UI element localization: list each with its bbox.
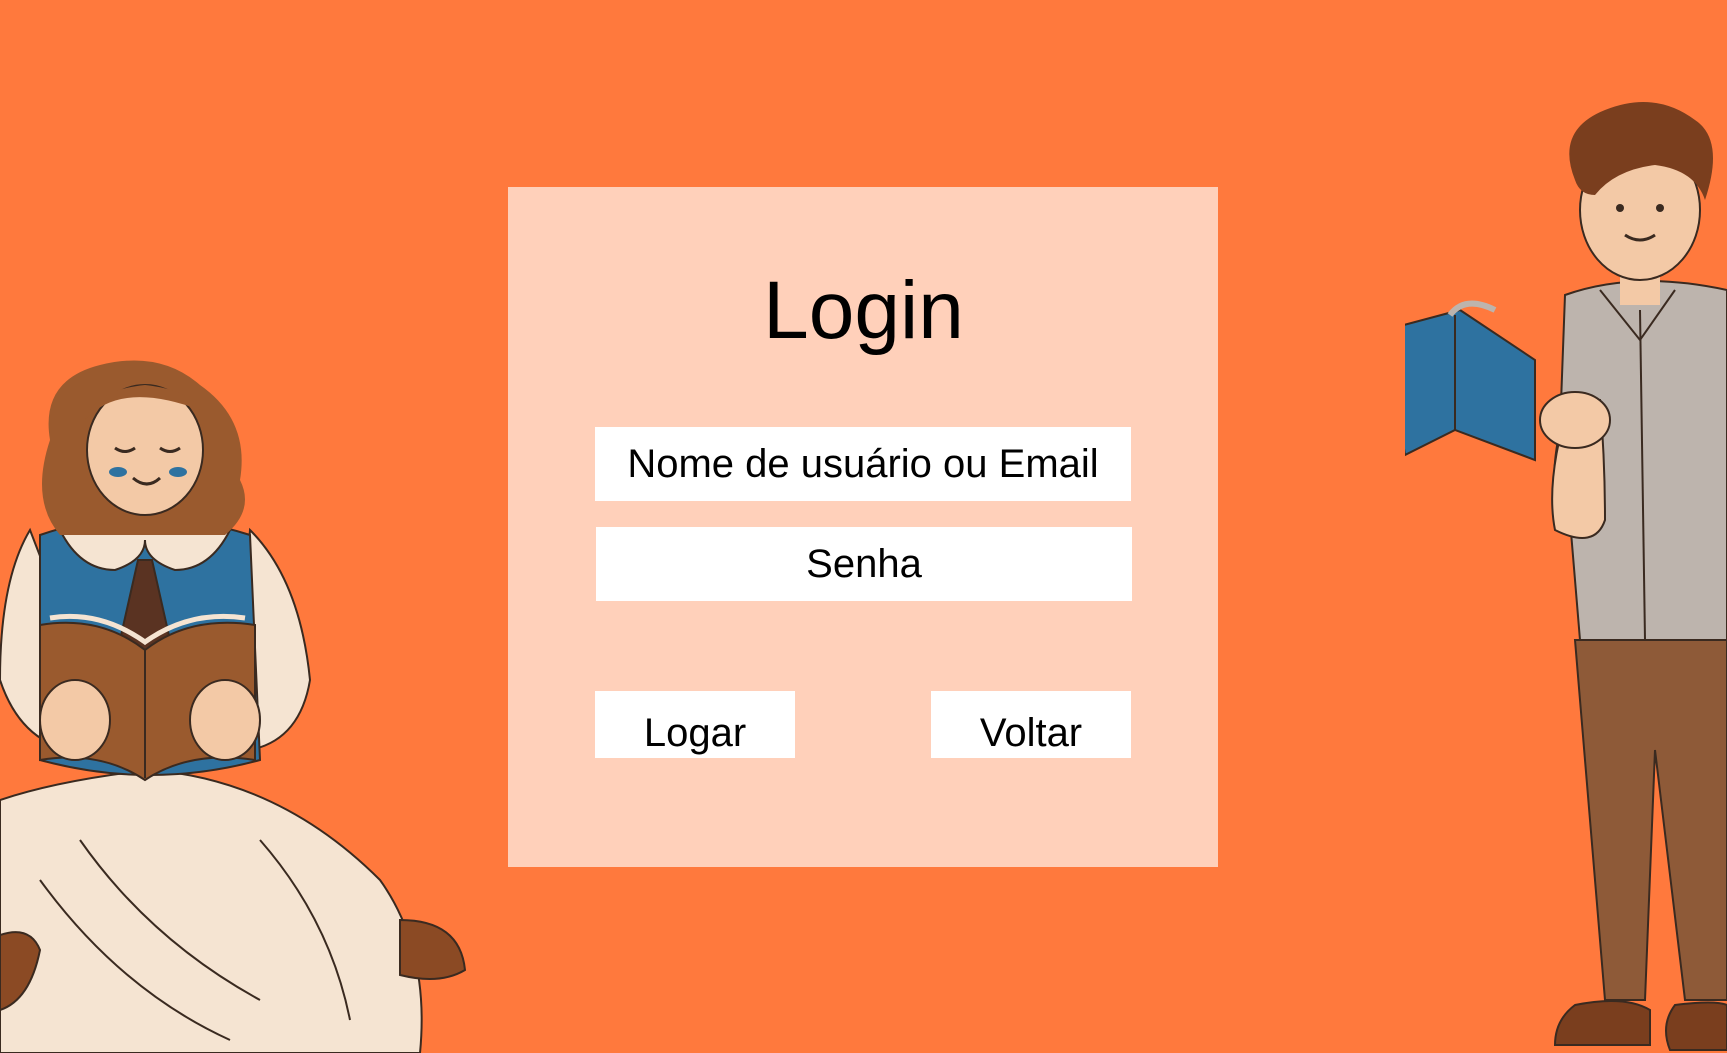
- password-field[interactable]: [596, 527, 1132, 601]
- login-button[interactable]: Logar: [595, 691, 795, 758]
- boy-reading-illustration: [1405, 102, 1727, 1051]
- girl-reading-illustration: [0, 360, 467, 1053]
- username-email-field[interactable]: [595, 427, 1131, 501]
- back-button[interactable]: Voltar: [931, 691, 1131, 758]
- login-title: Login: [763, 265, 964, 356]
